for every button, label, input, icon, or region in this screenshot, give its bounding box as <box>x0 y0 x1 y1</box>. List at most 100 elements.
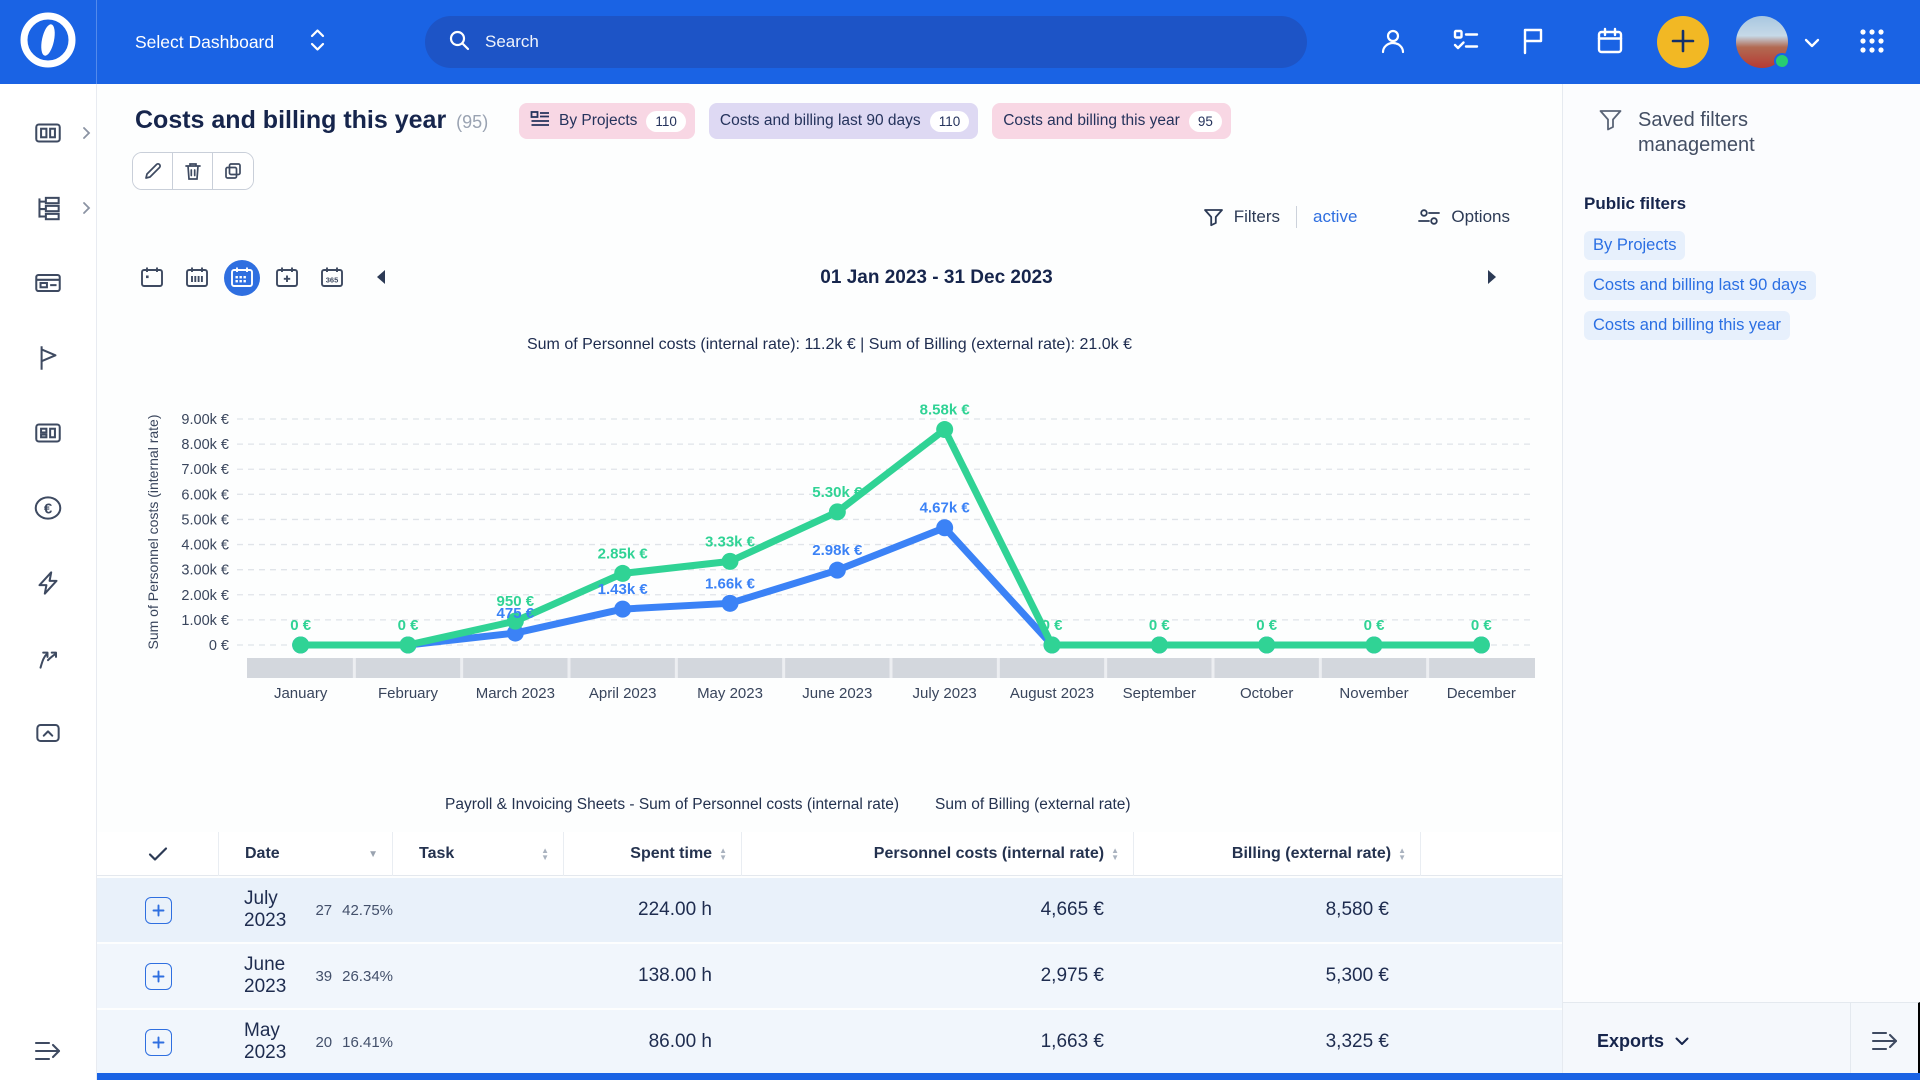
row-percent: 42.75% <box>342 902 393 919</box>
public-filter-link-last-90-days[interactable]: Costs and billing last 90 days <box>1584 271 1816 300</box>
row-date-cell: July 2023 27 42.75% <box>219 878 393 942</box>
sidebar-item-integrations[interactable] <box>31 641 65 675</box>
duplicate-button[interactable] <box>213 153 253 189</box>
sidebar-item-milestones[interactable] <box>31 341 65 375</box>
sidebar-item-pages[interactable] <box>31 266 65 300</box>
flag-button[interactable] <box>1513 22 1553 62</box>
svg-text:0 €: 0 € <box>1364 617 1386 634</box>
row-date-cell: June 2023 39 26.34% <box>219 944 393 1008</box>
svg-text:8.58k €: 8.58k € <box>920 402 971 419</box>
sidebar-item-archive[interactable] <box>31 716 65 750</box>
app-logo[interactable] <box>0 0 97 84</box>
svg-text:6.00k €: 6.00k € <box>181 487 229 503</box>
column-header-personnel-costs[interactable]: Personnel costs (internal rate) ▲▼ <box>742 832 1134 876</box>
select-dashboard-button[interactable]: Select Dashboard <box>135 0 325 84</box>
column-header-task[interactable]: Task ▲▼ <box>393 832 564 876</box>
row-spent-time: 86.00 h <box>564 1010 742 1074</box>
svg-text:October: October <box>1240 685 1293 702</box>
select-dashboard-label: Select Dashboard <box>135 32 274 53</box>
svg-text:November: November <box>1339 685 1408 702</box>
avatar-menu-button[interactable] <box>1798 31 1826 55</box>
svg-text:7.00k €: 7.00k € <box>181 462 229 478</box>
expand-row-button[interactable] <box>145 1029 172 1056</box>
svg-text:2.98k €: 2.98k € <box>812 542 863 559</box>
plus-icon <box>152 904 165 917</box>
svg-text:1.66k €: 1.66k € <box>705 575 756 592</box>
column-header-billing[interactable]: Billing (external rate) ▲▼ <box>1134 832 1421 876</box>
column-header-spent-time[interactable]: Spent time ▲▼ <box>564 832 742 876</box>
chevron-right-icon <box>82 126 91 143</box>
next-period-button[interactable] <box>1481 263 1504 294</box>
user-avatar[interactable] <box>1736 16 1788 68</box>
sidebar-item-budgets[interactable]: € <box>31 491 65 525</box>
svg-text:9.00k €: 9.00k € <box>181 412 229 428</box>
row-date: July 2023 <box>244 888 305 932</box>
copy-icon <box>223 161 243 181</box>
calendar-button[interactable] <box>1590 22 1630 62</box>
svg-text:8.00k €: 8.00k € <box>181 437 229 453</box>
edit-button[interactable] <box>133 153 173 189</box>
sort-icon: ▲▼ <box>1111 847 1119 861</box>
public-filter-link-by-projects[interactable]: By Projects <box>1584 231 1685 260</box>
svg-text:July 2023: July 2023 <box>913 685 977 702</box>
search-input[interactable]: Search <box>425 16 1307 68</box>
view-year-button[interactable]: 365 <box>314 260 350 296</box>
funnel-icon <box>1203 207 1224 227</box>
chart-summary: Sum of Personnel costs (internal rate): … <box>97 336 1562 354</box>
left-sidebar: € <box>0 84 97 1080</box>
online-status-dot <box>1774 53 1790 69</box>
row-percent: 16.41% <box>342 1034 393 1051</box>
row-empty-cell <box>1421 878 1562 942</box>
options-button[interactable]: Options <box>1417 207 1510 227</box>
chevron-down-icon <box>1804 36 1820 51</box>
saved-filter-chip-this-year[interactable]: Costs and billing this year 95 <box>992 103 1231 139</box>
saved-filter-chip-by-projects[interactable]: By Projects 110 <box>519 103 695 139</box>
bottom-accent-bar <box>97 1073 1920 1080</box>
row-task-cell <box>393 1010 564 1074</box>
prev-period-button[interactable] <box>369 263 392 294</box>
collapse-panel-button[interactable] <box>1850 1002 1920 1080</box>
view-day-button[interactable] <box>134 260 170 296</box>
sidebar-item-automations[interactable] <box>31 566 65 600</box>
add-button[interactable] <box>1657 16 1709 68</box>
delete-button[interactable] <box>173 153 213 189</box>
public-filter-link-this-year[interactable]: Costs and billing this year <box>1584 311 1790 340</box>
saved-filter-chip-last-90-days[interactable]: Costs and billing last 90 days 110 <box>709 103 978 139</box>
svg-text:0 €: 0 € <box>1471 617 1493 634</box>
sidebar-item-boards[interactable] <box>31 116 65 150</box>
row-count: 27 <box>315 902 332 919</box>
select-all-header[interactable] <box>97 832 219 876</box>
tasks-button[interactable] <box>1446 22 1486 62</box>
main-content: Costs and billing this year (95) By Proj… <box>97 84 1562 1080</box>
row-count: 20 <box>315 1034 332 1051</box>
board-list-icon <box>530 110 550 133</box>
filters-active-link[interactable]: active <box>1313 207 1357 227</box>
filters-button[interactable]: Filters <box>1203 207 1280 227</box>
contacts-button[interactable] <box>1373 22 1413 62</box>
apps-grid-icon <box>1858 27 1886 58</box>
sidebar-item-dashboards[interactable] <box>31 416 65 450</box>
table-row[interactable]: May 2023 20 16.41% 86.00 h 1,663 € 3,325… <box>97 1010 1562 1074</box>
expand-row-button[interactable] <box>145 897 172 924</box>
collapse-sidebar-button[interactable] <box>32 1038 64 1064</box>
table-row[interactable]: July 2023 27 42.75% 224.00 h 4,665 € 8,5… <box>97 878 1562 942</box>
costs-billing-line-chart: 0 €1.00k €2.00k €3.00k €4.00k €5.00k €6.… <box>97 380 1562 725</box>
sidebar-item-tree[interactable] <box>31 191 65 225</box>
apps-grid-button[interactable] <box>1852 22 1892 62</box>
plus-icon <box>152 1036 165 1049</box>
person-icon <box>1378 26 1408 59</box>
chip-label: Costs and billing last 90 days <box>720 112 921 130</box>
exports-section-toggle[interactable]: Exports <box>1563 1002 1850 1080</box>
plus-icon <box>1670 28 1696 57</box>
saved-filter-chips: By Projects 110 Costs and billing last 9… <box>519 103 1231 139</box>
svg-text:1.00k €: 1.00k € <box>181 613 229 629</box>
view-month-button-selected[interactable] <box>224 260 260 296</box>
view-custom-range-button[interactable] <box>269 260 305 296</box>
svg-text:3.33k €: 3.33k € <box>705 533 756 550</box>
table-row[interactable]: June 2023 39 26.34% 138.00 h 2,975 € 5,3… <box>97 944 1562 1008</box>
view-week-button[interactable] <box>179 260 215 296</box>
svg-text:0 €: 0 € <box>398 617 420 634</box>
column-header-date[interactable]: Date ▼ <box>219 832 393 876</box>
plus-icon <box>152 970 165 983</box>
expand-row-button[interactable] <box>145 963 172 990</box>
